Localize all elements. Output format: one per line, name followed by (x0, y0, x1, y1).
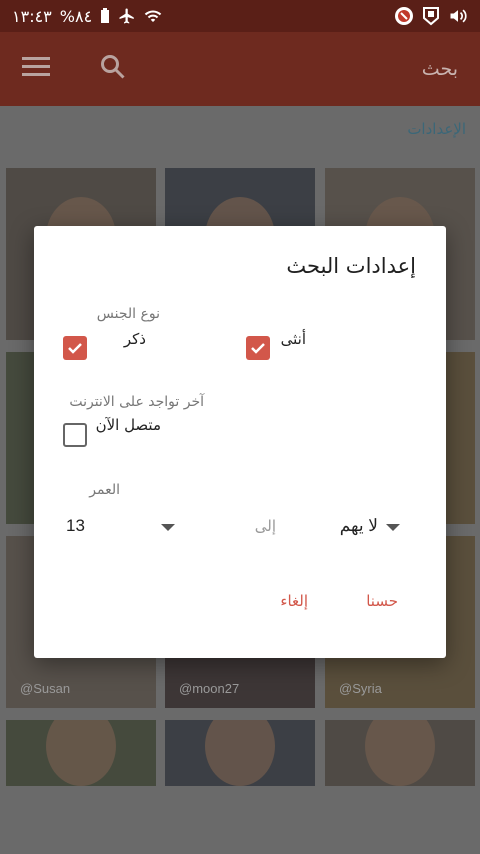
menu-icon[interactable] (22, 56, 50, 82)
status-bar: ١٣:٤٣ %٨٤ (0, 0, 480, 32)
chevron-down-icon[interactable] (386, 524, 400, 531)
app-bar: بحث (0, 32, 480, 106)
ok-button[interactable]: حسنا (366, 592, 398, 610)
settings-link[interactable]: الإعدادات (407, 120, 466, 138)
check-icon (68, 343, 82, 354)
chevron-down-icon[interactable] (161, 524, 175, 531)
online-now-label: متصل الآن (95, 416, 161, 434)
profile-handle: @Syria (339, 681, 382, 696)
status-bar-left: ١٣:٤٣ %٨٤ (12, 7, 162, 26)
volume-icon (448, 7, 468, 25)
app-notification-icon (394, 6, 414, 26)
age-to-word: إلى (254, 517, 276, 535)
dialog-title: إعدادات البحث (286, 254, 416, 278)
gender-section-label: نوع الجنس (96, 306, 160, 322)
profile-handle: @Susan (20, 681, 71, 696)
profile-photo (365, 720, 435, 786)
page-title: بحث (421, 58, 458, 80)
age-section-label: العمر (89, 482, 120, 498)
status-bar-right (394, 6, 468, 26)
profile-photo (46, 720, 116, 786)
age-from-select[interactable]: لا يهم (340, 516, 378, 536)
battery-icon (100, 8, 110, 24)
female-label: أنثى (280, 330, 306, 348)
check-icon (251, 343, 265, 354)
online-now-checkbox[interactable] (63, 423, 87, 447)
airplane-icon (118, 7, 136, 25)
profile-tile[interactable] (6, 720, 156, 786)
app-bar-actions (22, 54, 126, 84)
profile-handle: @moon27 (179, 681, 240, 696)
last-online-section-label: آخر تواجد على الانترنت (69, 394, 204, 410)
wifi-icon (144, 8, 162, 24)
battery-percent: %٨٤ (59, 6, 93, 26)
status-time: ١٣:٤٣ (12, 6, 52, 26)
female-checkbox[interactable] (246, 336, 270, 360)
male-checkbox[interactable] (63, 336, 87, 360)
male-label: ذكر (123, 330, 146, 348)
profile-tile[interactable] (325, 720, 475, 786)
age-to-select[interactable]: 13 (66, 516, 85, 536)
profile-tile[interactable] (165, 720, 315, 786)
profile-photo (205, 720, 275, 786)
cancel-button[interactable]: إلغاء (280, 592, 308, 610)
search-icon[interactable] (100, 54, 126, 84)
search-settings-dialog: إعدادات البحث نوع الجنس أنثى ذكر آخر توا… (34, 226, 446, 658)
app-shield-icon (422, 6, 440, 26)
